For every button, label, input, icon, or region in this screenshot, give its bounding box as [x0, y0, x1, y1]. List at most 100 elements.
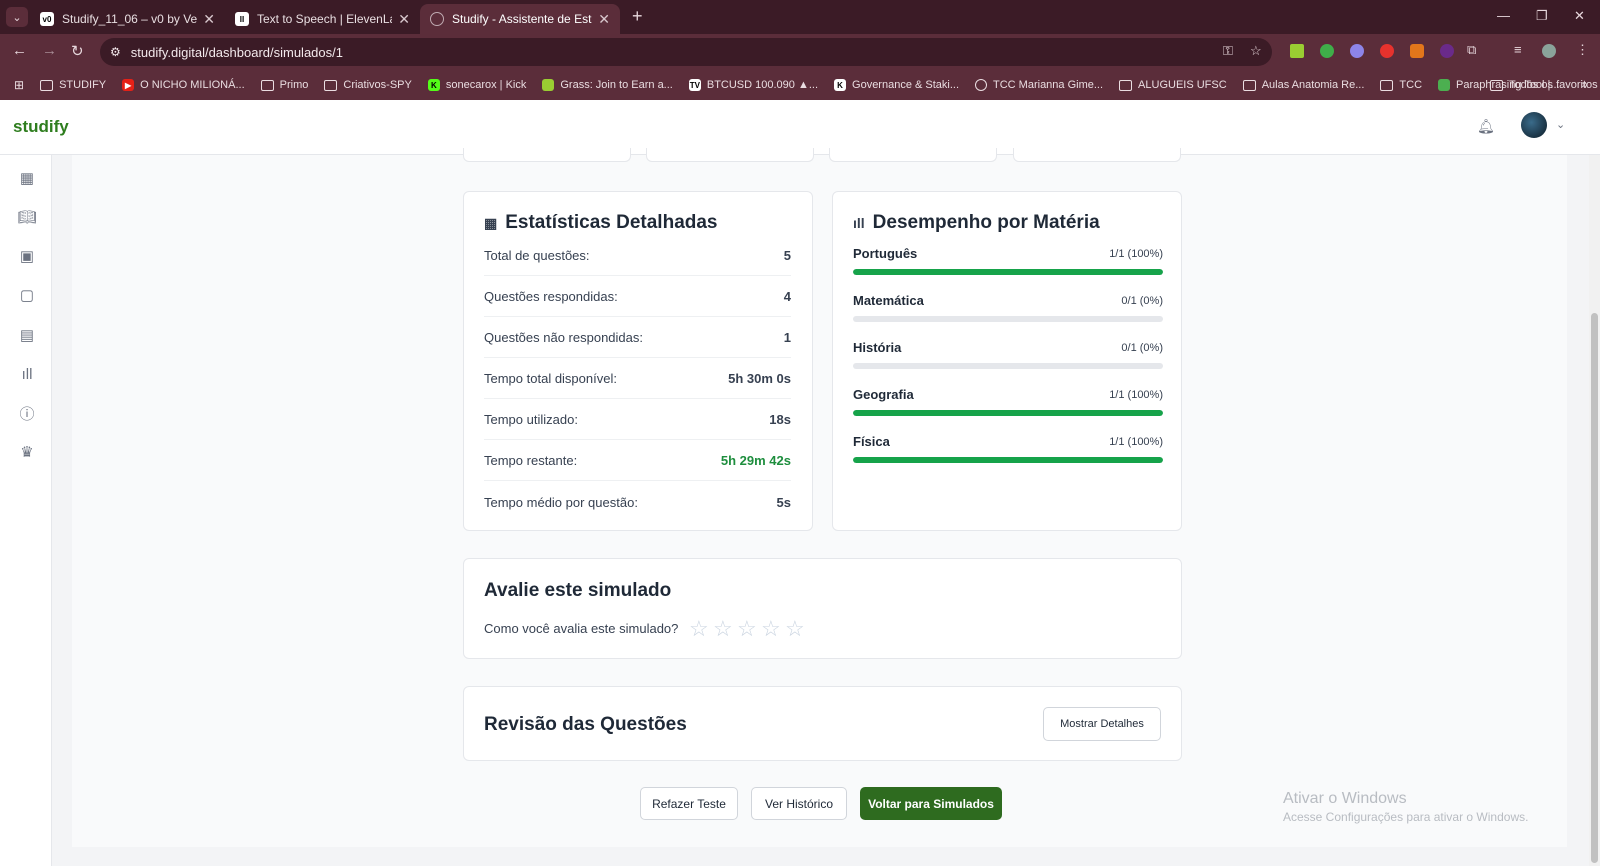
- subject-row: História 0/1 (0%): [853, 340, 1163, 369]
- scrollbar-thumb[interactable]: [1591, 313, 1598, 863]
- stat-value: 4: [783, 289, 791, 304]
- site-info-icon[interactable]: ⚙: [110, 45, 121, 59]
- star-icon[interactable]: ☆: [785, 616, 808, 642]
- all-bookmarks-item[interactable]: Todos os favoritos: [1490, 79, 1598, 91]
- tab-search-button[interactable]: ⌄: [6, 7, 28, 27]
- close-icon[interactable]: ✕: [398, 11, 410, 28]
- new-tab-icon[interactable]: +: [632, 6, 643, 27]
- bookmark-item[interactable]: Ksonecarox | Kick: [427, 79, 526, 91]
- apps-grid-icon[interactable]: ⊞: [14, 78, 24, 92]
- reload-icon[interactable]: ↻: [71, 42, 84, 60]
- stats-title: ▦ Estatísticas Detalhadas: [484, 212, 718, 234]
- crown-icon[interactable]: ♛: [17, 442, 37, 462]
- bookmark-item[interactable]: K Governance & Staki...: [834, 79, 959, 91]
- bookmark-item[interactable]: ▶ O NICHO MILIONÁ...: [122, 79, 245, 91]
- extension-dollar-icon[interactable]: [1320, 44, 1334, 58]
- extension-red-icon[interactable]: [1380, 44, 1394, 58]
- stat-label: Questões não respondidas:: [484, 330, 643, 345]
- bookmark-item[interactable]: STUDIFY: [40, 79, 106, 91]
- restore-icon[interactable]: ❐: [1536, 8, 1548, 24]
- bookmark-label: TCC Marianna Gime...: [993, 79, 1104, 91]
- subject-row: Matemática 0/1 (0%): [853, 293, 1163, 322]
- subject-name: História: [853, 340, 902, 355]
- stat-value-remaining: 5h 29m 42s: [720, 453, 791, 468]
- document-icon[interactable]: ▤: [17, 325, 37, 345]
- book-icon[interactable]: 📖︎: [17, 207, 37, 227]
- globe-favicon-icon: [430, 12, 444, 26]
- subject-score: 0/1 (0%): [1121, 341, 1163, 354]
- back-icon[interactable]: ←: [12, 42, 27, 59]
- bookmark-item[interactable]: Primo: [260, 79, 308, 91]
- profile-avatar-icon[interactable]: [1542, 44, 1556, 58]
- close-icon[interactable]: ✕: [203, 11, 215, 28]
- bar-chart-icon[interactable]: ıll: [17, 364, 37, 384]
- star-icon[interactable]: ☆: [689, 616, 712, 642]
- retake-test-button[interactable]: Refazer Teste: [640, 787, 738, 820]
- folder-icon: [260, 79, 274, 91]
- reading-list-icon[interactable]: ≡: [1514, 42, 1522, 57]
- stat-row: Tempo total disponível: 5h 30m 0s: [484, 359, 791, 399]
- extensions-puzzle-icon[interactable]: ⧉: [1467, 42, 1476, 58]
- dashboard-icon[interactable]: ▦: [17, 168, 37, 188]
- url-field[interactable]: ⚙ studify.digital/dashboard/simulados/1 …: [100, 38, 1272, 66]
- avatar[interactable]: [1521, 112, 1547, 138]
- governance-icon: K: [834, 79, 847, 91]
- chevron-down-icon[interactable]: ⌄: [1556, 118, 1565, 131]
- summary-card: [829, 148, 997, 162]
- star-icon[interactable]: ☆: [761, 616, 784, 642]
- browser-menu-icon[interactable]: ⋮: [1576, 42, 1589, 58]
- browser-tab-bar: ⌄ v0 Studify_11_06 – v0 by Vercel ✕ II T…: [0, 0, 1600, 34]
- bookmark-star-icon[interactable]: ☆: [1250, 43, 1262, 59]
- window-close-icon[interactable]: ✕: [1574, 8, 1585, 24]
- summary-card: [1013, 148, 1181, 162]
- view-history-button[interactable]: Ver Histórico: [751, 787, 847, 820]
- info-icon[interactable]: ⓘ: [17, 403, 37, 423]
- back-to-simulations-button[interactable]: Voltar para Simulados: [860, 787, 1002, 820]
- star-icon[interactable]: ☆: [737, 616, 760, 642]
- bookmark-item[interactable]: Criativos-SPY: [324, 79, 412, 91]
- tab-elevenlabs[interactable]: II Text to Speech | ElevenLabs ✕: [225, 4, 420, 34]
- bookmark-item[interactable]: TCC Marianna Gime...: [975, 79, 1103, 91]
- stat-row: Total de questões: 5: [484, 236, 791, 276]
- stat-row: Tempo utilizado: 18s: [484, 400, 791, 440]
- star-rating: ☆ ☆ ☆ ☆ ☆: [689, 616, 809, 642]
- tab-vercel[interactable]: v0 Studify_11_06 – v0 by Vercel ✕: [30, 4, 225, 34]
- password-key-icon[interactable]: ⚿: [1223, 43, 1233, 59]
- tab-studify[interactable]: Studify - Assistente de Estudos ✕: [420, 4, 620, 34]
- bookmark-item[interactable]: TCC: [1380, 79, 1422, 91]
- show-details-button[interactable]: Mostrar Detalhes: [1043, 707, 1161, 741]
- bookmark-item[interactable]: Grass: Join to Earn a...: [542, 79, 673, 91]
- close-icon[interactable]: ✕: [598, 11, 610, 28]
- brand-logo[interactable]: studify: [13, 117, 69, 137]
- extension-purple-icon[interactable]: [1440, 44, 1454, 58]
- bookmark-label: O NICHO MILIONÁ...: [140, 79, 245, 91]
- stat-row: Questões não respondidas: 1: [484, 318, 791, 358]
- extension-ghost-icon[interactable]: [1350, 44, 1364, 58]
- folder-icon: [1119, 79, 1133, 91]
- bell-icon[interactable]: 🔔︎: [1477, 118, 1495, 135]
- bookmark-item[interactable]: ALUGUEIS UFSC: [1119, 79, 1227, 91]
- subject-row: Português 1/1 (100%): [853, 246, 1163, 275]
- stat-row: Tempo restante: 5h 29m 42s: [484, 441, 791, 481]
- tab-title: Studify - Assistente de Estudos: [452, 12, 592, 26]
- stat-value: 5: [783, 248, 791, 263]
- vercel-favicon-icon: v0: [40, 12, 54, 26]
- extension-grass-icon[interactable]: [1290, 44, 1304, 58]
- bookmark-item[interactable]: Aulas Anatomia Re...: [1242, 79, 1364, 91]
- extension-fox-icon[interactable]: [1410, 44, 1424, 58]
- stats-card: ▦ Estatísticas Detalhadas Total de quest…: [463, 191, 813, 531]
- bookmark-item[interactable]: TV BTCUSD 100.090 ▲...: [688, 79, 818, 91]
- review-title: Revisão das Questões: [484, 714, 687, 735]
- minimize-icon[interactable]: —: [1497, 8, 1510, 23]
- address-bar-row: ← → ↻ ⚙ studify.digital/dashboard/simula…: [0, 34, 1600, 70]
- bookmarks-bar: ⊞ STUDIFY ▶ O NICHO MILIONÁ... Primo Cria…: [0, 70, 1600, 100]
- bookmark-label: TCC: [1399, 79, 1423, 91]
- windows-activation-title: Ativar o Windows: [1283, 790, 1407, 807]
- forward-icon[interactable]: →: [42, 42, 57, 59]
- stat-label: Tempo total disponível:: [484, 371, 617, 386]
- calendar-icon[interactable]: ▣: [17, 246, 37, 266]
- subject-row: Física 1/1 (100%): [853, 434, 1163, 463]
- star-icon[interactable]: ☆: [713, 616, 736, 642]
- subject-score: 1/1 (100%): [1109, 247, 1163, 260]
- chat-icon[interactable]: ▢: [17, 285, 37, 305]
